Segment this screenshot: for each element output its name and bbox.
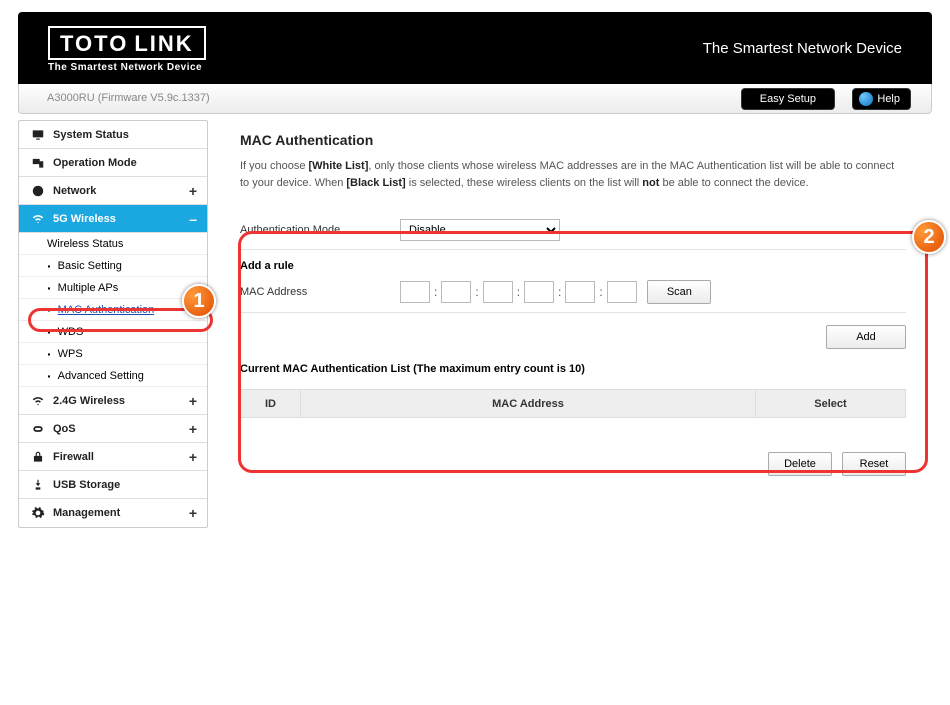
sidebar-sub-label: WPS <box>58 348 83 360</box>
sidebar-sub-label: WDS <box>58 326 84 338</box>
scan-button[interactable]: Scan <box>647 280 711 304</box>
help-icon <box>859 92 873 106</box>
mac-octet-6[interactable] <box>607 281 637 303</box>
sidebar-item-management[interactable]: Management + <box>19 499 207 527</box>
sidebar-item-label: 2.4G Wireless <box>53 395 125 407</box>
help-label: Help <box>877 89 900 109</box>
expand-icon: + <box>189 421 197 437</box>
device-firmware: A3000RU (Firmware V5.9c.1337) <box>47 92 210 104</box>
mac-octet-5[interactable] <box>565 281 595 303</box>
mac-input-group: : : : : : Scan <box>400 280 711 304</box>
sidebar-item-label: USB Storage <box>53 479 120 491</box>
collapse-icon: – <box>189 211 197 227</box>
expand-icon: + <box>189 393 197 409</box>
sidebar-sub-label: Wireless Status <box>47 238 123 250</box>
sidebar-item-network[interactable]: Network + <box>19 177 207 205</box>
auth-mode-row: Authentication Mode Disable <box>240 211 906 250</box>
expand-icon: + <box>189 183 197 199</box>
sidebar-item-qos[interactable]: QoS + <box>19 415 207 443</box>
sidebar-item-label: 5G Wireless <box>53 213 116 225</box>
sidebar-sub-multiple-aps[interactable]: Multiple APs <box>19 277 207 299</box>
col-select: Select <box>756 390 906 418</box>
sidebar-item-label: Operation Mode <box>53 157 137 169</box>
sidebar: System Status Operation Mode Network + <box>18 120 208 528</box>
empty-row <box>241 418 906 438</box>
monitor-icon <box>29 128 47 142</box>
add-rule-heading: Add a rule <box>240 250 906 280</box>
easy-setup-label: Easy Setup <box>760 93 816 105</box>
brand-logo: TOTOLINK The Smartest Network Device <box>48 26 206 73</box>
mac-auth-table: ID MAC Address Select <box>240 389 906 438</box>
sidebar-sub-label[interactable]: MAC Authentication <box>58 304 155 316</box>
scan-button-label: Scan <box>667 286 692 298</box>
page-description: If you choose [White List], only those c… <box>240 158 906 191</box>
mac-address-label: MAC Address <box>240 286 400 298</box>
wifi-icon <box>29 212 47 226</box>
sidebar-item-label: QoS <box>53 423 76 435</box>
delete-button[interactable]: Delete <box>768 452 832 476</box>
sidebar-sub-label: Multiple APs <box>58 282 119 294</box>
col-id: ID <box>241 390 301 418</box>
sidebar-item-label: Firewall <box>53 451 94 463</box>
link-icon <box>29 422 47 436</box>
sidebar-sub-advanced[interactable]: Advanced Setting <box>19 365 207 387</box>
wifi-icon <box>29 394 47 408</box>
sidebar-item-label: Network <box>53 185 96 197</box>
sidebar-sub-label: Advanced Setting <box>58 370 144 382</box>
sidebar-item-label: Management <box>53 507 120 519</box>
easy-setup-button[interactable]: Easy Setup <box>741 88 835 110</box>
sidebar-item-system-status[interactable]: System Status <box>19 121 207 149</box>
sidebar-item-5g-wireless[interactable]: 5G Wireless – <box>19 205 207 233</box>
mac-octet-3[interactable] <box>483 281 513 303</box>
sidebar-sub-mac-auth[interactable]: MAC Authentication <box>19 299 207 321</box>
expand-icon: + <box>189 449 197 465</box>
brand-subtitle: The Smartest Network Device <box>48 62 206 73</box>
help-button[interactable]: Help <box>852 88 911 110</box>
sidebar-item-24g-wireless[interactable]: 2.4G Wireless + <box>19 387 207 415</box>
brand-left: TOTO <box>60 31 128 56</box>
sidebar-item-firewall[interactable]: Firewall + <box>19 443 207 471</box>
delete-button-label: Delete <box>784 458 816 470</box>
content-area: MAC Authentication If you choose [White … <box>214 120 932 528</box>
add-button[interactable]: Add <box>826 325 906 349</box>
sidebar-item-usb-storage[interactable]: USB Storage <box>19 471 207 499</box>
mac-octet-4[interactable] <box>524 281 554 303</box>
table-header-row: ID MAC Address Select <box>241 390 906 418</box>
gear-icon <box>29 506 47 520</box>
auth-mode-select[interactable]: Disable <box>400 219 560 241</box>
annotation-badge-1: 1 <box>182 284 216 318</box>
page-title: MAC Authentication <box>240 132 906 148</box>
sidebar-sub-basic-setting[interactable]: Basic Setting <box>19 255 207 277</box>
sidebar-sub-wireless-status[interactable]: Wireless Status <box>19 233 207 255</box>
annotation-badge-2: 2 <box>912 220 946 254</box>
table-actions: Delete Reset <box>240 438 906 490</box>
brand-logo-box: TOTOLINK <box>48 26 206 60</box>
lock-icon <box>29 450 47 464</box>
mac-octet-1[interactable] <box>400 281 430 303</box>
sidebar-item-operation-mode[interactable]: Operation Mode <box>19 149 207 177</box>
mac-address-row: MAC Address : : : : : Scan <box>240 280 906 312</box>
mac-octet-2[interactable] <box>441 281 471 303</box>
add-row: Add <box>240 313 906 361</box>
sidebar-sub-wds[interactable]: WDS <box>19 321 207 343</box>
col-mac: MAC Address <box>301 390 756 418</box>
header-tagline: The Smartest Network Device <box>703 40 902 57</box>
usb-icon <box>29 478 47 492</box>
app-header: TOTOLINK The Smartest Network Device The… <box>18 12 932 84</box>
sidebar-item-label: System Status <box>53 129 129 141</box>
info-bar: A3000RU (Firmware V5.9c.1337) Easy Setup… <box>18 84 932 114</box>
auth-mode-label: Authentication Mode <box>240 224 400 236</box>
globe-icon <box>29 184 47 198</box>
brand-right: LINK <box>134 31 193 56</box>
sidebar-sub-wps[interactable]: WPS <box>19 343 207 365</box>
reset-button-label: Reset <box>860 458 889 470</box>
reset-button[interactable]: Reset <box>842 452 906 476</box>
add-button-label: Add <box>856 331 876 343</box>
list-heading: Current MAC Authentication List (The max… <box>240 361 906 383</box>
expand-icon: + <box>189 505 197 521</box>
sidebar-sub-label: Basic Setting <box>58 260 122 272</box>
devices-icon <box>29 156 47 170</box>
